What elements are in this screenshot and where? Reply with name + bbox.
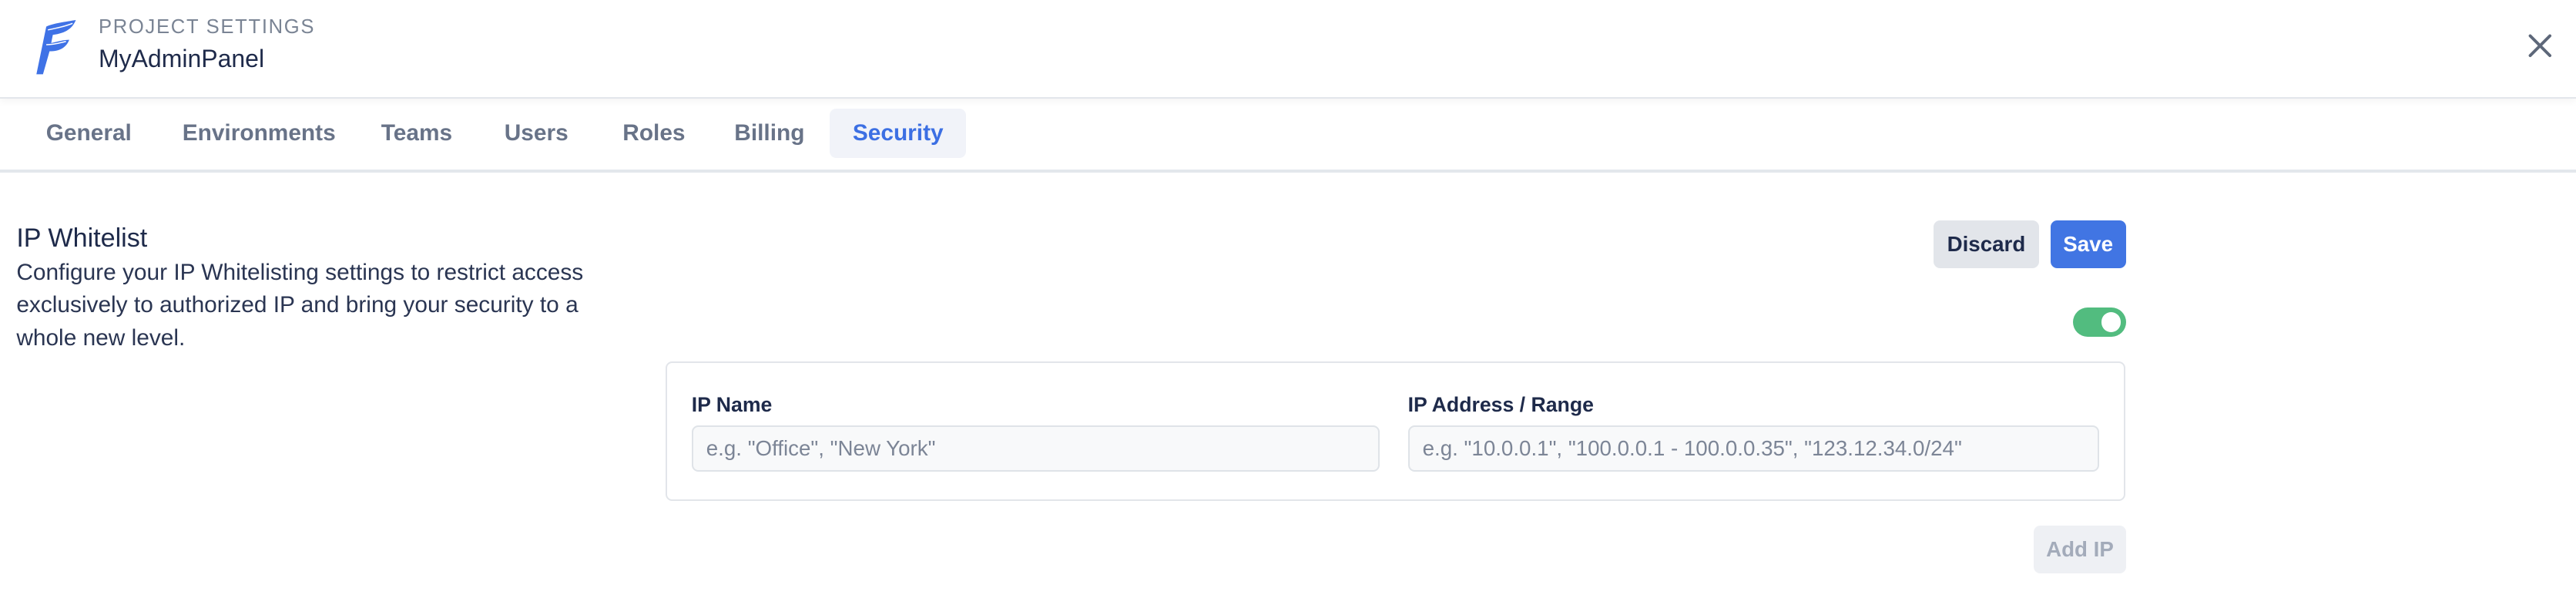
ip-name-input[interactable] xyxy=(691,425,1380,472)
tab-roles[interactable]: Roles xyxy=(599,109,708,158)
tab-security[interactable]: Security xyxy=(830,108,967,158)
header-eyebrow: PROJECT SETTINGS xyxy=(98,16,316,39)
project-name: MyAdminPanel xyxy=(98,44,265,72)
close-icon[interactable] xyxy=(2524,29,2557,62)
logo-icon xyxy=(35,19,76,74)
ip-address-input[interactable] xyxy=(1407,425,2100,472)
tab-bar: General Environments Teams Users Roles B… xyxy=(0,99,2576,173)
section-description: Configure your IP Whitelisting settings … xyxy=(16,259,584,351)
toggle-knob xyxy=(2101,312,2122,332)
tab-billing[interactable]: Billing xyxy=(711,109,827,158)
add-ip-button[interactable]: Add IP xyxy=(2034,526,2126,574)
header: PROJECT SETTINGS MyAdminPanel xyxy=(0,0,2576,99)
ip-address-label: IP Address / Range xyxy=(1407,392,1594,416)
tab-general[interactable]: General xyxy=(23,109,155,158)
section-title: IP Whitelist xyxy=(16,223,148,254)
ip-whitelist-toggle[interactable] xyxy=(2073,307,2126,338)
ip-entry-card: IP Name IP Address / Range xyxy=(665,361,2126,502)
tab-teams[interactable]: Teams xyxy=(358,109,475,158)
discard-button[interactable]: Discard xyxy=(1934,220,2039,268)
tab-users[interactable]: Users xyxy=(481,109,592,158)
ip-name-label: IP Name xyxy=(691,392,773,416)
tab-environments[interactable]: Environments xyxy=(159,109,359,158)
save-button[interactable]: Save xyxy=(2050,220,2126,268)
